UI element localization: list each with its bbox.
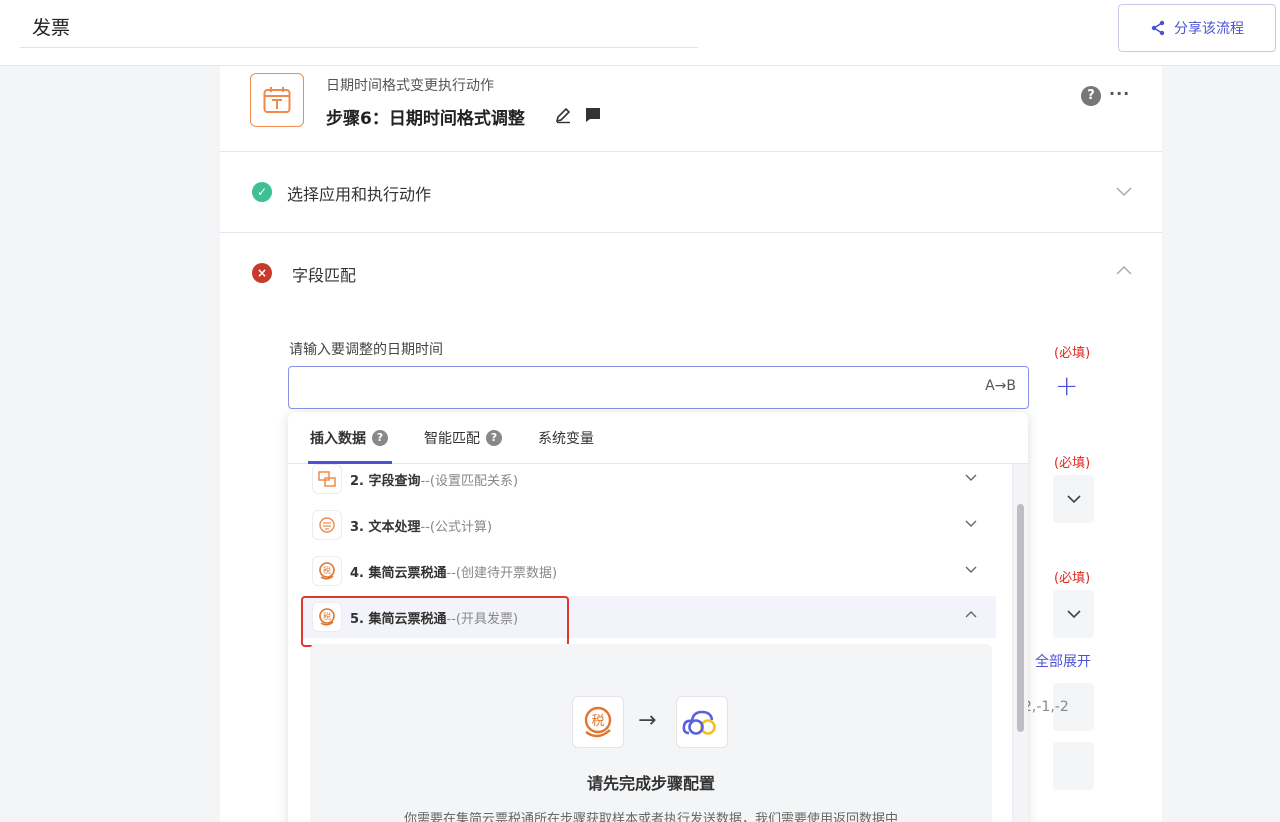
tab-smart-match[interactable]: 智能匹配 ? [424, 428, 502, 448]
item-name: 4. 集简云票税通 [350, 566, 447, 581]
format-convert-icon[interactable]: A→B [985, 378, 1016, 394]
required-marker: (必填) [1054, 346, 1091, 361]
tab-insert-data-label: 插入数据 [310, 431, 366, 447]
item-name: 3. 文本处理 [350, 520, 421, 535]
offset-value: 2,-1,-2 [1023, 699, 1069, 715]
chevron-up-icon[interactable] [1115, 264, 1133, 278]
tax-app-logo-icon: 税 [572, 696, 624, 748]
share-flow-label: 分享该流程 [1174, 21, 1244, 37]
chevron-down-icon [1067, 610, 1081, 619]
top-bar: 发票 分享该流程 [0, 0, 1280, 66]
chevron-down-icon[interactable] [964, 564, 978, 574]
datetime-step-icon [250, 73, 304, 127]
svg-text:税: 税 [591, 714, 604, 729]
section-field-match-label: 字段匹配 [292, 266, 357, 285]
expand-all-link[interactable]: 全部展开 [1035, 651, 1091, 671]
scrollbar[interactable] [1012, 464, 1028, 822]
list-item[interactable]: 税 4. 集简云票税通--(创建待开票数据) [302, 550, 996, 592]
help-icon[interactable]: ? [372, 430, 388, 446]
list-item[interactable]: 3. 文本处理--(公式计算) [302, 504, 996, 546]
date-field-label: 请输入要调整的日期时间 [289, 342, 443, 358]
text-process-icon [312, 510, 342, 540]
help-icon[interactable]: ? [1081, 86, 1101, 106]
select-field[interactable] [1053, 475, 1094, 523]
section-select-app[interactable]: ✓ 选择应用和执行动作 [220, 152, 1162, 232]
step-subtitle: 日期时间格式变更执行动作 [326, 78, 494, 94]
scrollbar-thumb[interactable] [1017, 504, 1024, 732]
popup-tabs: 插入数据 ? 智能匹配 ? 系统变量 [288, 412, 1028, 464]
flow-title-input[interactable]: 发票 [20, 8, 698, 48]
error-x-icon: × [252, 263, 272, 283]
svg-text:税: 税 [323, 565, 331, 575]
selection-highlight-box [301, 596, 569, 647]
item-desc: --(创建待开票数据) [446, 566, 558, 581]
datetime-input[interactable]: A→B [288, 366, 1029, 409]
tab-insert-data[interactable]: 插入数据 ? [310, 428, 388, 448]
share-flow-button[interactable]: 分享该流程 [1118, 4, 1276, 52]
item-desc: --(设置匹配关系) [420, 474, 519, 489]
chevron-down-icon[interactable] [1115, 184, 1133, 198]
config-required-desc: 你需要在集简云票税通所在步骤获取样本或者执行发送数据，我们需要使用返回数据中 [403, 812, 898, 822]
chevron-down-icon[interactable] [964, 518, 978, 528]
tab-system-vars-label: 系统变量 [538, 431, 594, 447]
list-item[interactable]: 2. 字段查询--(设置匹配关系) [302, 458, 996, 500]
required-marker: (必填) [1054, 571, 1091, 586]
field-query-icon [312, 464, 342, 494]
arrow-right-icon: → [638, 708, 657, 733]
success-check-icon: ✓ [252, 182, 272, 202]
more-options-icon[interactable]: ··· [1109, 84, 1130, 103]
share-icon [1151, 20, 1165, 36]
step-config-panel: 税 → 请先完成步骤配置 你需要在集简云票税通所在步骤获取样本或者执行发送数据，… [310, 644, 992, 822]
required-marker: (必填) [1054, 456, 1091, 471]
tax-app-icon: 税 [312, 556, 342, 586]
tab-smart-match-label: 智能匹配 [424, 431, 480, 447]
add-icon[interactable]: + [1055, 369, 1078, 403]
help-icon[interactable]: ? [486, 430, 502, 446]
comment-icon[interactable] [584, 106, 602, 124]
chevron-down-icon[interactable] [964, 472, 978, 482]
extra-field[interactable] [1053, 742, 1094, 790]
item-desc: --(公式计算) [420, 520, 493, 535]
step-title: 步骤6：日期时间格式调整 [326, 109, 525, 129]
section-field-match[interactable]: × 字段匹配 [220, 233, 1162, 313]
cloud-logo-icon [676, 696, 728, 748]
edit-icon[interactable] [554, 106, 572, 124]
insert-data-popup: 插入数据 ? 智能匹配 ? 系统变量 2. 字段查询--(设置匹配关系) 3. … [288, 412, 1028, 822]
config-required-title: 请先完成步骤配置 [586, 774, 715, 793]
section-select-app-label: 选择应用和执行动作 [287, 185, 432, 204]
chevron-down-icon [1067, 495, 1081, 504]
item-name: 2. 字段查询 [350, 474, 421, 489]
tab-system-vars[interactable]: 系统变量 [538, 428, 594, 448]
chevron-up-icon[interactable] [964, 610, 978, 620]
select-field[interactable] [1053, 590, 1094, 638]
